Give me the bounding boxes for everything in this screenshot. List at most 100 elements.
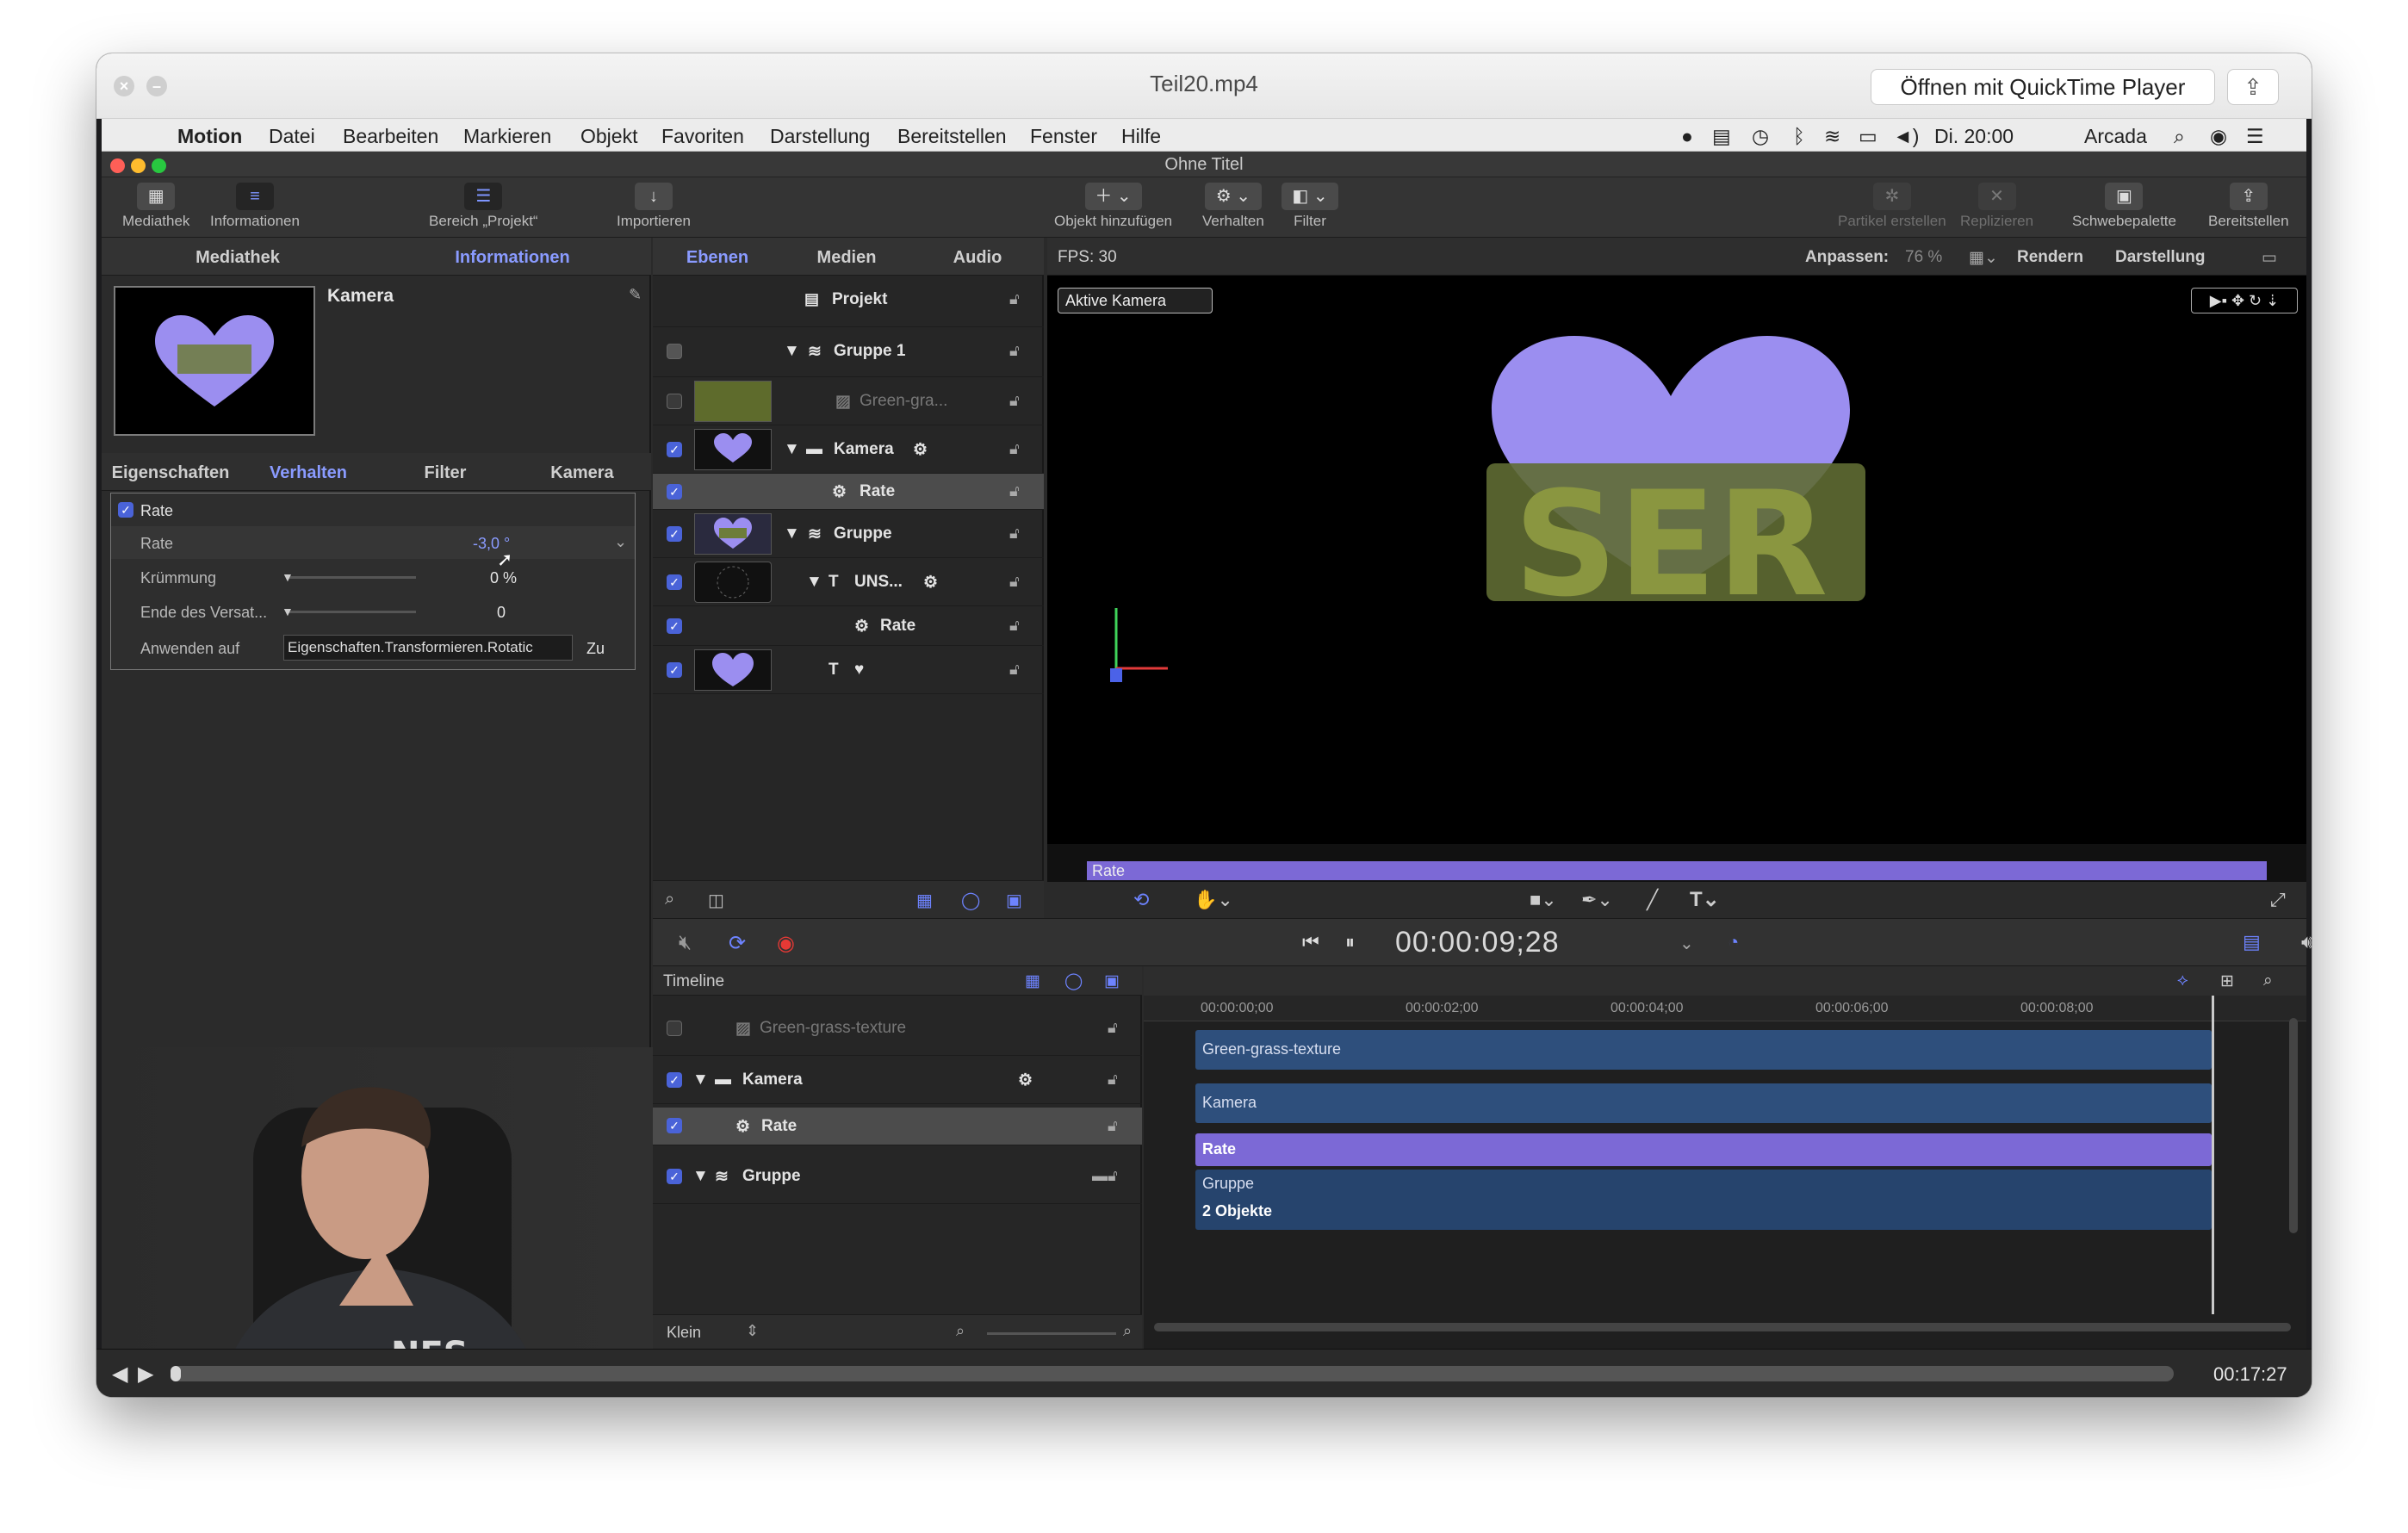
layer-row-gruppe1[interactable]: ▼ ≋ Gruppe 1 🔓︎: [653, 327, 1044, 377]
pause-icon[interactable]: ⏸: [1345, 931, 1355, 953]
mediathek-button[interactable]: ▦ Mediathek: [122, 183, 189, 230]
layer-row-rate-2[interactable]: ✓ ⚙ Rate 🔓︎: [653, 606, 1044, 646]
layer-row-text-uns[interactable]: ✓ ▼ T UNS... ⚙ 🔓︎: [653, 558, 1044, 606]
lock-icon[interactable]: 🔓︎: [1009, 661, 1020, 679]
layer-checkbox[interactable]: ✓: [667, 1118, 682, 1133]
playhead[interactable]: [2212, 996, 2214, 1314]
transform-tool-icon[interactable]: ⟲: [1133, 889, 1149, 911]
text-tool-icon[interactable]: T⌄: [1690, 887, 1720, 912]
open-with-quicktime-button[interactable]: Öffnen mit QuickTime Player: [1871, 69, 2215, 105]
replicate-button[interactable]: ✕ Replizieren: [1960, 183, 2033, 230]
zoom-in-icon[interactable]: ⌕: [1123, 1322, 1132, 1340]
thumbnail-toggle-icon[interactable]: ◫: [708, 890, 724, 911]
view-menu[interactable]: Darstellung: [2115, 248, 2206, 267]
behavior-enable-checkbox[interactable]: ✓: [118, 502, 133, 518]
time-ruler[interactable]: 00:00:00;00 00:00:02;00 00:00:04;00 00:0…: [1144, 996, 2306, 1021]
disclosure-triangle-icon[interactable]: ▼: [784, 524, 800, 543]
play-icon[interactable]: ▶: [138, 1362, 153, 1387]
layout-icon[interactable]: ▭: [2262, 248, 2277, 268]
pen-tool-icon[interactable]: ✒⌄: [1581, 889, 1613, 911]
lock-icon[interactable]: ▬🔓︎: [1092, 1167, 1118, 1185]
menu-markieren[interactable]: Markieren: [463, 125, 551, 148]
menu-bereitstellen[interactable]: Bereitstellen: [897, 125, 1007, 148]
disclosure-triangle-icon[interactable]: ▼: [784, 342, 800, 361]
paint-stroke-icon[interactable]: ╱: [1647, 889, 1658, 911]
slider-knob-icon[interactable]: ▼: [282, 570, 294, 584]
go-to-start-icon[interactable]: ⏮: [1302, 931, 1319, 953]
lock-icon[interactable]: 🔓︎: [1009, 617, 1020, 635]
layer-row-project[interactable]: ▤ Projekt 🔓︎: [653, 276, 1044, 327]
layer-checkbox[interactable]: [667, 394, 682, 409]
informationen-button[interactable]: ≡ Informationen: [210, 183, 300, 230]
apply-to-field[interactable]: Eigenschaften.Transformieren.Rotatic: [283, 635, 573, 661]
bluetooth-icon[interactable]: ᛒ: [1793, 125, 1805, 148]
lock-icon[interactable]: 🔓︎: [1009, 573, 1020, 591]
timeline-row-kamera[interactable]: ✓ ▼ ▬ Kamera ⚙ 🔓︎: [653, 1056, 1142, 1104]
snap-icon[interactable]: ⊞: [2220, 971, 2234, 991]
lock-icon[interactable]: 🔓︎: [1009, 482, 1020, 500]
layer-row-gruppe[interactable]: ✓ ▼ ≋ Gruppe 🔓︎: [653, 510, 1044, 558]
canvas-viewport[interactable]: SER: [1154, 276, 2174, 844]
kruemmung-slider[interactable]: [287, 576, 416, 579]
behaviors-button[interactable]: ⚙ ⌄ Verhalten: [1202, 183, 1264, 230]
layer-row-rate-selected[interactable]: ✓ ⚙ Rate 🔓︎: [653, 474, 1044, 510]
layer-row-green-grass[interactable]: ▨ Green-gra... 🔓︎: [653, 377, 1044, 425]
volume-icon[interactable]: ◀: [112, 1362, 127, 1387]
project-pane-button[interactable]: ☰ Bereich „Projekt“: [429, 183, 538, 230]
lock-icon[interactable]: 🔓︎: [1009, 342, 1020, 360]
siri-icon[interactable]: ◉: [2210, 125, 2227, 148]
tab-medien[interactable]: Medien: [782, 248, 911, 268]
timeline-row-gruppe[interactable]: ✓ ▼ ≋ Gruppe ▬🔓︎: [653, 1152, 1142, 1204]
show-behaviors-icon[interactable]: ◯: [1064, 971, 1083, 991]
tab-audio[interactable]: Audio: [911, 248, 1044, 268]
make-particles-button[interactable]: ✲ Partikel erstellen: [1838, 183, 1946, 230]
display-icon[interactable]: ▤: [1712, 125, 1731, 148]
timeline-toggle-icon[interactable]: ▤: [2243, 931, 2261, 953]
disclosure-triangle-icon[interactable]: ▼: [806, 573, 822, 592]
menu-hilfe[interactable]: Hilfe: [1121, 125, 1161, 148]
layer-row-kamera[interactable]: ✓ ▼ ▬ Kamera ⚙ 🔓︎: [653, 425, 1044, 474]
tab-filter[interactable]: Filter: [377, 463, 513, 483]
zoom-out-icon[interactable]: ⌕: [956, 1322, 965, 1340]
tab-informationen[interactable]: Informationen: [374, 248, 651, 268]
share-export-button[interactable]: ⇪ Bereitstellen: [2208, 183, 2289, 230]
expand-icon[interactable]: ⤢: [2270, 889, 2286, 911]
tab-verhalten[interactable]: Verhalten: [239, 463, 377, 483]
timecode-display[interactable]: 00:00:09;28: [1395, 926, 1560, 959]
timeline-row-texture[interactable]: ▨ Green-grass-texture 🔓︎: [653, 1004, 1142, 1056]
ende-slider[interactable]: [287, 611, 416, 613]
row-size-menu[interactable]: Klein: [667, 1324, 701, 1342]
kruemmung-value[interactable]: 0 %: [490, 569, 517, 587]
pin-icon[interactable]: ✎: [629, 286, 642, 304]
zoom-menu[interactable]: 76 %: [1905, 248, 1942, 267]
audio-icon[interactable]: 🔊︎: [2301, 931, 2312, 953]
horizontal-scrollbar[interactable]: [1154, 1323, 2291, 1331]
zoom-icon[interactable]: ⌕: [2263, 971, 2273, 990]
disclosure-triangle-icon[interactable]: ▼: [692, 1071, 709, 1089]
play-range-icon[interactable]: ◔: [1728, 931, 1739, 953]
lock-icon[interactable]: 🔓︎: [1009, 290, 1020, 308]
filters-button[interactable]: ◧ ⌄ Filter: [1282, 183, 1338, 230]
hud-button[interactable]: ▣ Schwebepalette: [2072, 183, 2176, 230]
mini-timeline-rate-bar[interactable]: Rate: [1087, 861, 2267, 880]
lock-icon[interactable]: 🔓︎: [1108, 1117, 1118, 1135]
tab-ebenen[interactable]: Ebenen: [653, 248, 782, 268]
video-scrubber[interactable]: [171, 1366, 2174, 1381]
layer-checkbox[interactable]: ✓: [667, 662, 682, 678]
menu-fenster[interactable]: Fenster: [1030, 125, 1097, 148]
menu-objekt[interactable]: Objekt: [580, 125, 637, 148]
layer-checkbox[interactable]: ✓: [667, 1169, 682, 1184]
layer-checkbox[interactable]: ✓: [667, 574, 682, 590]
lock-icon[interactable]: 🔓︎: [1009, 440, 1020, 458]
layer-checkbox[interactable]: ✓: [667, 442, 682, 457]
share-button[interactable]: ⇪: [2227, 69, 2279, 105]
tab-kamera[interactable]: Kamera: [513, 463, 651, 483]
mute-icon[interactable]: 🔇︎: [679, 931, 692, 955]
menu-datei[interactable]: Datei: [269, 125, 315, 148]
layer-checkbox[interactable]: [667, 1021, 682, 1036]
notification-center-icon[interactable]: ☰: [2246, 125, 2264, 148]
menu-darstellung[interactable]: Darstellung: [770, 125, 870, 148]
layer-row-heart[interactable]: ✓ T ♥ 🔓︎: [653, 646, 1044, 694]
chevron-down-icon[interactable]: ⌄: [614, 533, 627, 551]
lock-icon[interactable]: 🔓︎: [1009, 524, 1020, 543]
